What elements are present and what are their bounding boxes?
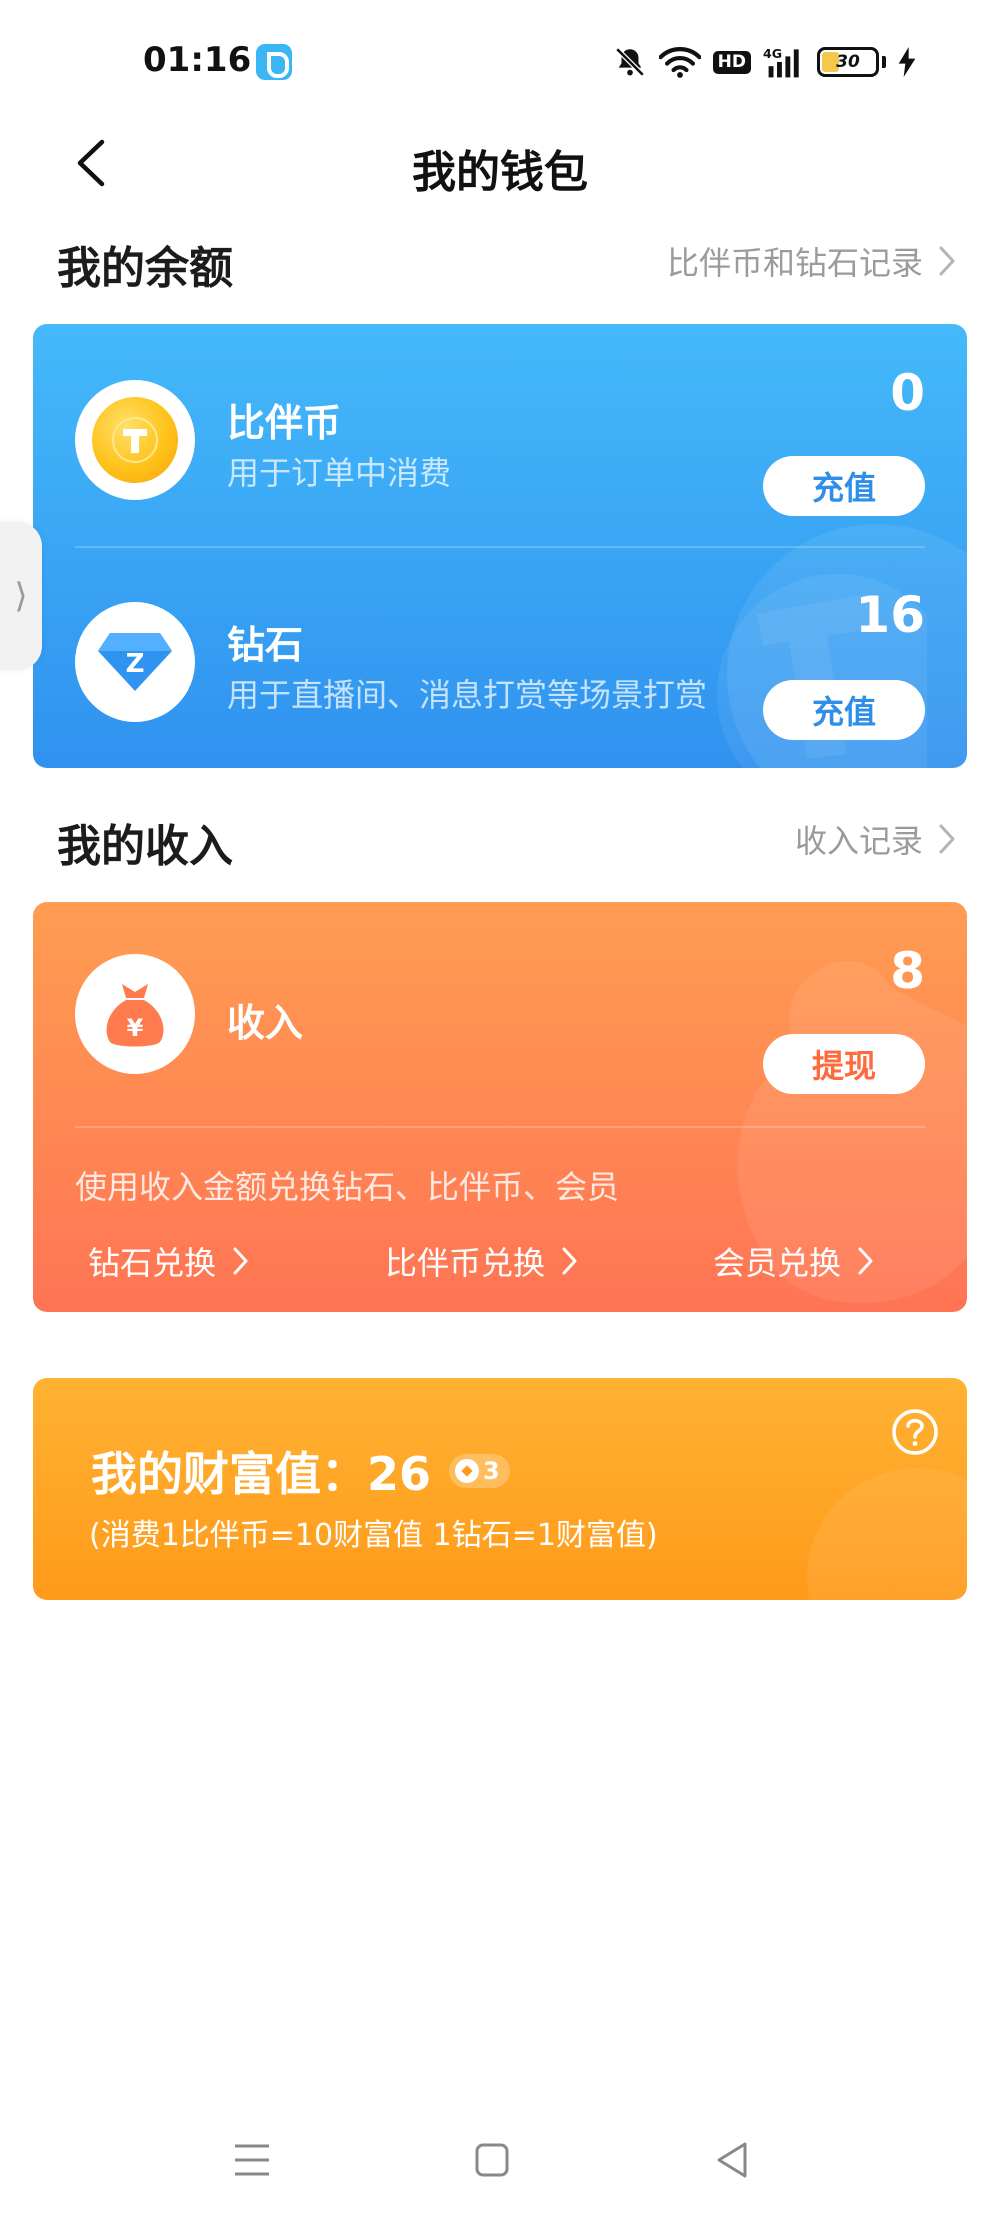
back-nav-button[interactable] [702,2130,762,2190]
income-card: ¥ 收入 8 提现 使用收入金额兑换钻石、比伴币、会员 钻石兑换 比伴币兑换 会… [33,902,967,1312]
chevron-right-icon [858,1247,873,1275]
diamond-name: 钻石 [227,623,304,667]
chevron-right-icon [939,824,955,854]
diamond-icon: Z [98,633,172,691]
coin-recharge-button[interactable]: 充值 [763,456,925,516]
hd-icon: HD [712,50,751,74]
income-section-title: 我的收入 [57,821,233,872]
member-exchange-label: 会员兑换 [713,1244,842,1282]
home-button[interactable] [462,2130,522,2190]
coin-exchange-label: 比伴币兑换 [385,1244,546,1282]
svg-text:Z: Z [126,649,145,679]
income-hint: 使用收入金额兑换钻石、比伴币、会员 [75,1168,620,1206]
help-icon[interactable] [891,1408,939,1456]
back-triangle-icon [717,2142,747,2178]
status-time: 01:16 [143,40,252,80]
diamond-exchange-link[interactable]: 钻石兑换 [88,1238,250,1284]
signal-icon: 4G [763,46,799,78]
member-exchange-link[interactable]: 会员兑换 [713,1238,875,1284]
money-bag-icon: ¥ [106,984,164,1047]
network-label: 4G [763,46,782,61]
diamond-icon-wrapper: Z [75,602,195,722]
diamond-amount: 16 [855,586,925,644]
income-records-label: 收入记录 [794,822,923,860]
battery-level: 30 [836,52,860,72]
side-drawer-handle[interactable]: ⟩ [0,522,42,670]
system-navigation-bar [0,2130,1000,2190]
page-title: 我的钱包 [412,147,588,198]
money-bag-icon-wrapper: ¥ [75,954,195,1074]
balance-section-title: 我的余额 [57,243,233,294]
level-icon [455,1459,480,1483]
svg-text:¥: ¥ [127,1014,144,1042]
menu-icon [235,2144,269,2176]
coin-icon [92,397,178,483]
status-icons: HD 4G 30 [613,42,916,82]
balance-card: 比伴币 用于订单中消费 0 充值 Z 钻石 用于直播间、消息打赏等场景打赏 16… [33,324,967,768]
battery-icon: 30 [817,47,879,77]
wealth-value: 我的财富值：26 [91,1447,432,1501]
bell-mute-icon [615,47,645,77]
balance-records-label: 比伴币和钻石记录 [666,244,923,282]
wealth-label: 我的财富值：26 3 [91,1438,510,1504]
wealth-card: 我的财富值：26 3 (消费1比伴币=10财富值 1钻石=1财富值) [33,1378,967,1600]
charging-icon [898,47,916,77]
withdraw-button[interactable]: 提现 [763,1034,925,1094]
chevron-right-icon [562,1247,577,1275]
coin-description: 用于订单中消费 [227,454,452,492]
income-name: 收入 [227,1001,304,1045]
wealth-note: (消费1比伴币=10财富值 1钻石=1财富值) [89,1518,658,1553]
menu-button[interactable] [222,2130,282,2190]
coin-icon-wrapper [75,380,195,500]
income-amount: 8 [890,942,925,1000]
income-records-link[interactable]: 收入记录 [795,816,957,862]
chevron-right-icon [233,1247,248,1275]
app-icon [256,44,292,80]
diamond-description: 用于直播间、消息打赏等场景打赏 [227,676,708,714]
status-bar: 01:16 HD 4G 30 [0,0,1000,120]
chevron-right-icon [939,246,955,276]
coin-name: 比伴币 [227,401,342,445]
divider [75,1126,925,1128]
balance-records-link[interactable]: 比伴币和钻石记录 [667,238,957,284]
wifi-icon [658,47,701,78]
home-icon [475,2143,509,2177]
coin-balance-row: 比伴币 用于订单中消费 0 充值 [33,324,967,544]
diamond-recharge-button[interactable]: 充值 [763,680,925,740]
decoration [807,1468,967,1600]
coin-exchange-link[interactable]: 比伴币兑换 [385,1238,579,1284]
coin-amount: 0 [890,364,925,422]
wealth-level-badge: 3 [449,1454,510,1488]
diamond-balance-row: Z 钻石 用于直播间、消息打赏等场景打赏 16 充值 [33,548,967,768]
wealth-level: 3 [483,1457,500,1485]
diamond-exchange-label: 钻石兑换 [88,1244,217,1282]
